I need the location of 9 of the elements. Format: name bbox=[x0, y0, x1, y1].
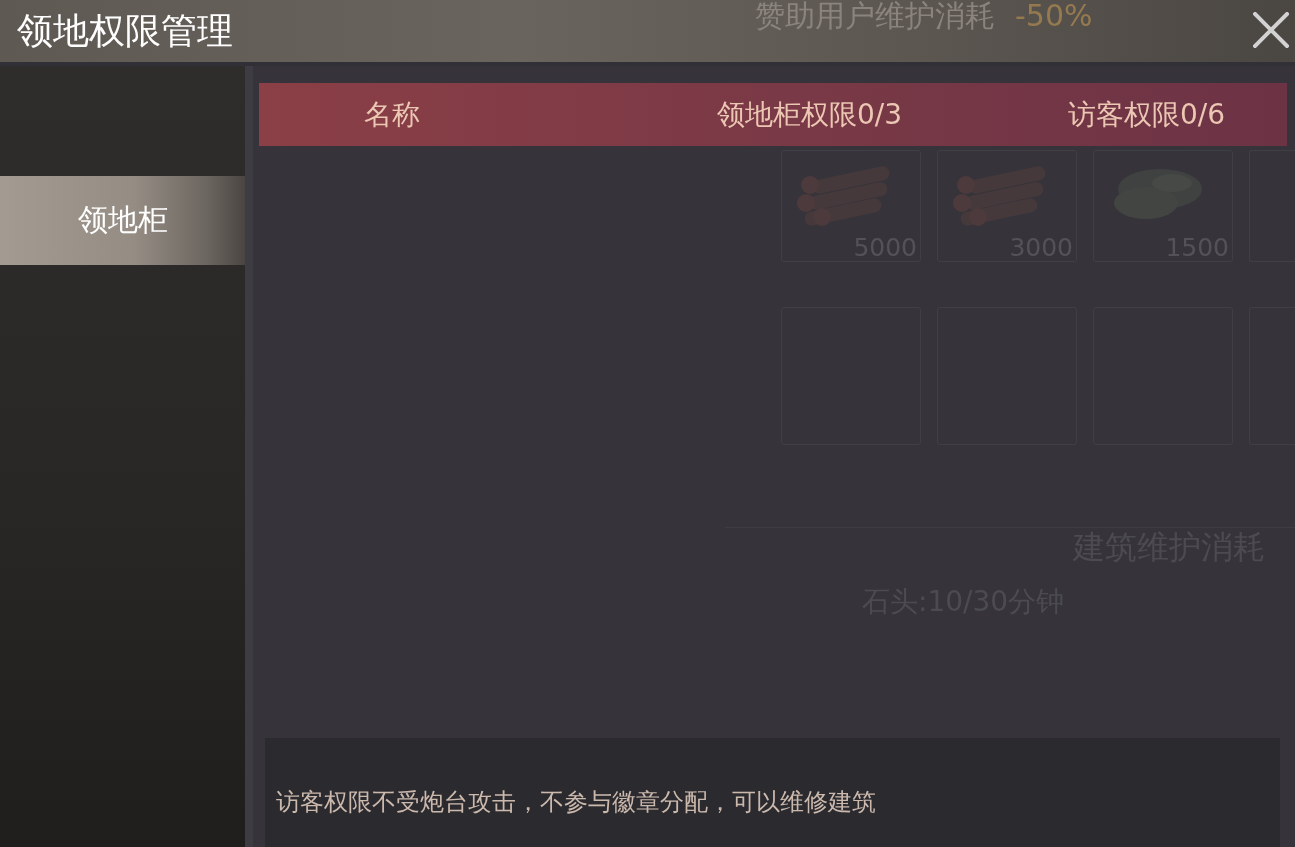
close-button[interactable] bbox=[1253, 12, 1289, 48]
note-text: 访客权限不受炮台攻击，不参与徽章分配，可以维修建筑 bbox=[276, 788, 876, 817]
close-icon bbox=[1253, 12, 1289, 48]
column-header: 名称 bbox=[363, 97, 421, 132]
sponsor-upkeep-value: -50% bbox=[1015, 0, 1093, 32]
window-title: 领地权限管理 bbox=[17, 13, 233, 49]
sidebar-tab[interactable]: 领地柜 bbox=[0, 176, 245, 265]
column-header: 访客权限0/6 bbox=[1067, 97, 1225, 132]
column-header: 领地柜权限0/3 bbox=[717, 97, 903, 132]
